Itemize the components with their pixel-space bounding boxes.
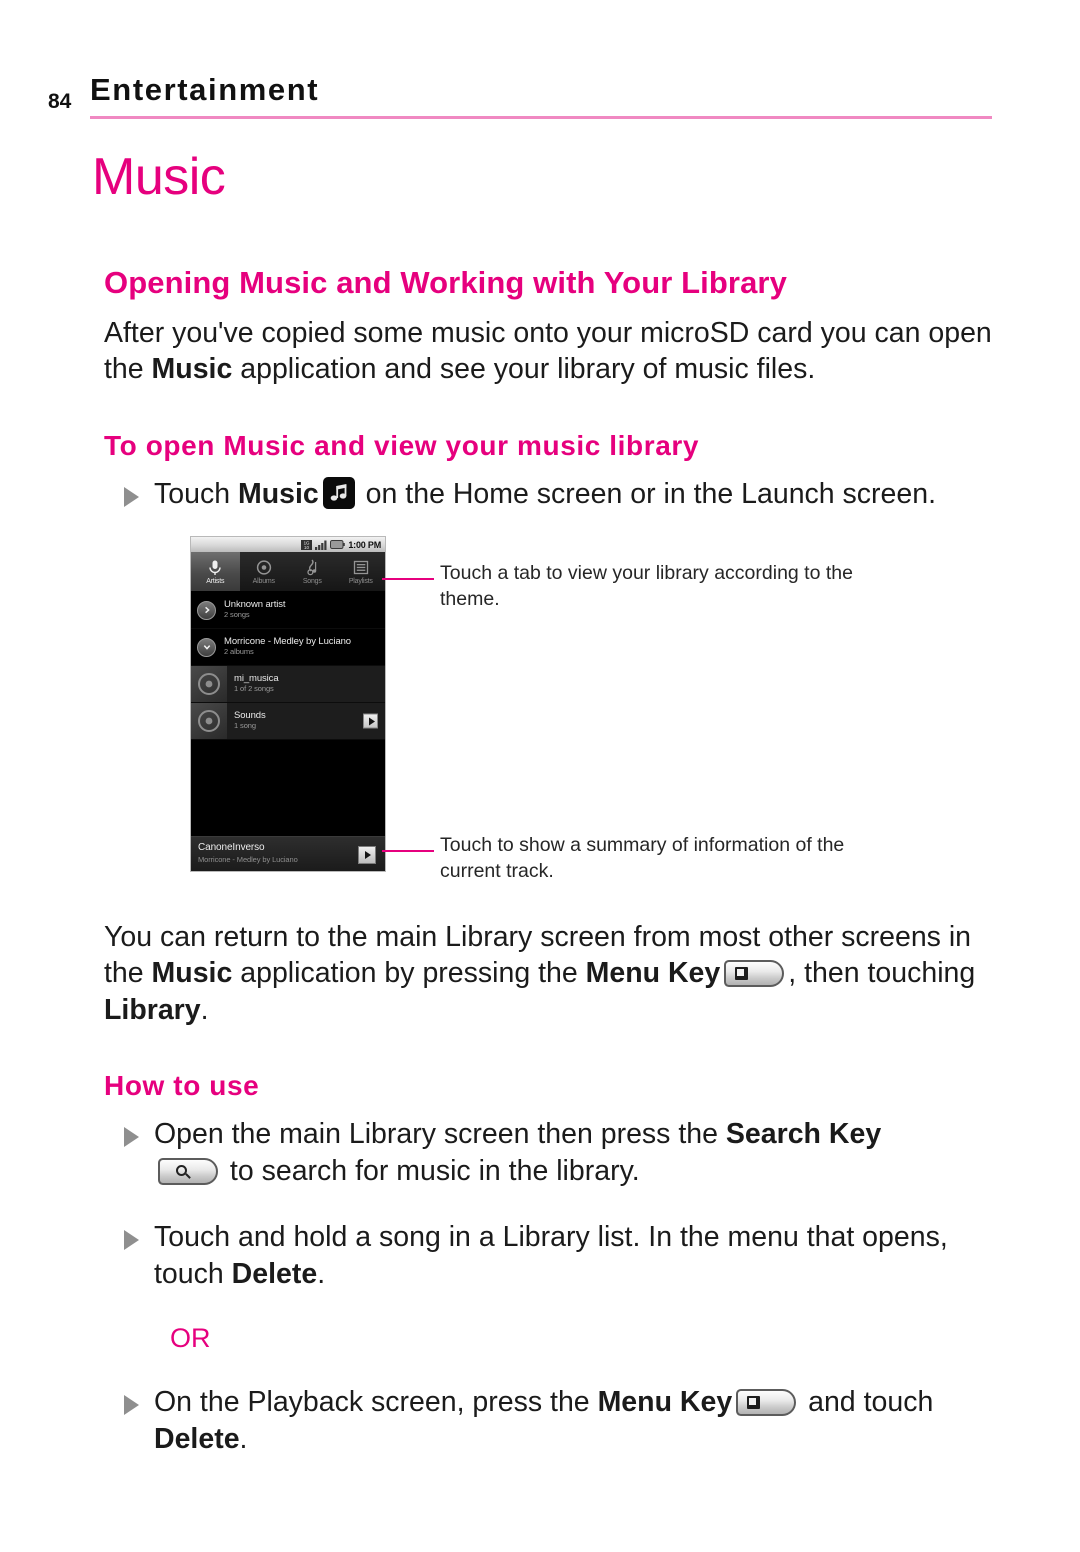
list-item-subtitle: 1 of 2 songs	[234, 684, 274, 694]
triangle-bullet-icon	[124, 1127, 139, 1148]
tab-songs-label: Songs	[302, 577, 322, 585]
content-column: Music Opening Music and Working with You…	[92, 150, 992, 513]
triangle-bullet-icon	[124, 1229, 139, 1250]
bullet-search-key: Open the main Library screen then press …	[124, 1116, 992, 1190]
lower-content-column: You can return to the main Library scree…	[92, 905, 992, 1458]
list-item[interactable]: Sounds 1 song	[191, 703, 385, 740]
callout-now-playing: Touch to show a summary of information o…	[440, 834, 845, 882]
header-chapter-title: Entertainment	[90, 72, 320, 107]
page-number: 84	[48, 90, 72, 113]
list-item[interactable]: Unknown artist 2 songs	[191, 592, 385, 629]
howto1-text-2: to search for music in the library.	[222, 1155, 640, 1188]
bullet-bold-music: Music	[237, 477, 319, 510]
library-return-paragraph: You can return to the main Library scree…	[104, 919, 992, 1028]
now-playing-bar[interactable]: CanoneInverso Morricone - Medley by Luci…	[191, 836, 385, 871]
library-bold-library: Library	[104, 993, 201, 1026]
howto3-bold-menu-key: Menu Key	[597, 1385, 733, 1418]
tab-albums-label: Albums	[252, 577, 275, 585]
howto3-text-3: .	[239, 1422, 248, 1455]
howto3-bold-delete: Delete	[154, 1422, 240, 1455]
library-bold-music: Music	[151, 957, 233, 990]
how-to-use-heading: How to use	[104, 1070, 260, 1102]
howto3-text-1: On the Playback screen, press the	[154, 1385, 598, 1418]
now-playing-title: CanoneInverso	[198, 842, 265, 853]
signal-bars-icon	[315, 540, 327, 550]
play-icon[interactable]	[358, 846, 376, 864]
library-text-4: .	[200, 993, 209, 1026]
tab-albums[interactable]: Albums	[240, 552, 289, 591]
search-key-icon	[158, 1158, 218, 1186]
phone-screen: 1G 10 1:00 PM Artists Albums Songs Playli…	[190, 536, 386, 872]
music-clef-icon	[307, 559, 317, 575]
tab-songs[interactable]: Songs	[288, 552, 337, 591]
menu-key-icon	[736, 1388, 797, 1416]
list-icon	[353, 560, 368, 574]
intro-bold-music: Music	[151, 353, 233, 386]
page-title: Music	[92, 148, 226, 206]
howto3-text-2: and touch	[800, 1385, 934, 1418]
svg-text:10: 10	[304, 545, 309, 550]
menu-key-icon	[724, 960, 785, 988]
library-tab-bar: Artists Albums Songs Playlists	[191, 552, 385, 592]
chevron-down-icon	[197, 637, 216, 657]
bullet-open-music: Touch Music on the Home screen or in the…	[124, 476, 992, 513]
intro-text-2: application and see your library of musi…	[232, 353, 816, 386]
list-item-subtitle: 2 songs	[224, 610, 250, 620]
subsection-heading: To open Music and view your music librar…	[104, 429, 700, 461]
music-note-icon	[322, 476, 355, 509]
or-separator-label: OR	[170, 1322, 211, 1353]
howto2-bold-delete: Delete	[231, 1257, 318, 1290]
library-text-3: , then touching	[788, 957, 976, 990]
bullet-touch-hold-delete: Touch and hold a song in a Library list.…	[124, 1219, 992, 1293]
callout-tabs: Touch a tab to view your library accordi…	[440, 562, 853, 610]
battery-icon	[330, 540, 346, 549]
list-item[interactable]: mi_musica 1 of 2 songs	[191, 666, 385, 703]
tab-playlists-label: Playlists	[348, 577, 373, 585]
callout-leader-line	[382, 850, 434, 852]
howto2-text-2: .	[317, 1257, 326, 1290]
tab-artists-label: Artists	[206, 577, 225, 585]
chevron-right-icon	[197, 600, 216, 620]
section-heading: Opening Music and Working with Your Libr…	[104, 264, 787, 300]
library-bold-menu-key: Menu Key	[585, 957, 721, 990]
status-time: 1:00 PM	[348, 539, 381, 550]
page-header: 84 Entertainment	[48, 72, 992, 120]
list-item[interactable]: Morricone - Medley by Luciano 2 albums	[191, 629, 385, 666]
now-playing-artist: Morricone - Medley by Luciano	[198, 855, 298, 864]
howto1-bold-search-key: Search Key	[725, 1118, 882, 1151]
header-divider	[90, 116, 992, 119]
phone-screenshot-figure: 1G 10 1:00 PM Artists Albums Songs Playli…	[190, 536, 386, 872]
bullet-text-1: Touch	[154, 477, 238, 510]
album-art-icon	[191, 666, 227, 702]
bullet-text-2: on the Home screen or in the Launch scre…	[357, 477, 937, 510]
microphone-icon	[209, 560, 221, 575]
now-playing-indicator-icon	[363, 713, 378, 729]
triangle-bullet-icon	[124, 1394, 139, 1415]
album-art-icon	[191, 703, 227, 739]
section-intro-paragraph: After you've copied some music onto your…	[104, 315, 992, 388]
bullet-playback-delete: On the Playback screen, press the Menu K…	[124, 1384, 992, 1458]
triangle-bullet-icon	[124, 486, 139, 507]
sync-icon: 1G10	[301, 539, 313, 550]
library-text-2: application by pressing the	[232, 957, 586, 990]
disc-icon	[256, 559, 271, 575]
tab-artists[interactable]: Artists	[191, 552, 240, 591]
callout-leader-line	[382, 578, 434, 580]
list-item-subtitle: 2 albums	[224, 647, 254, 657]
howto1-text-1: Open the main Library screen then press …	[154, 1118, 726, 1151]
tab-playlists[interactable]: Playlists	[337, 552, 386, 591]
list-item-subtitle: 1 song	[234, 721, 256, 731]
status-bar: 1G 10 1:00 PM	[191, 537, 385, 552]
